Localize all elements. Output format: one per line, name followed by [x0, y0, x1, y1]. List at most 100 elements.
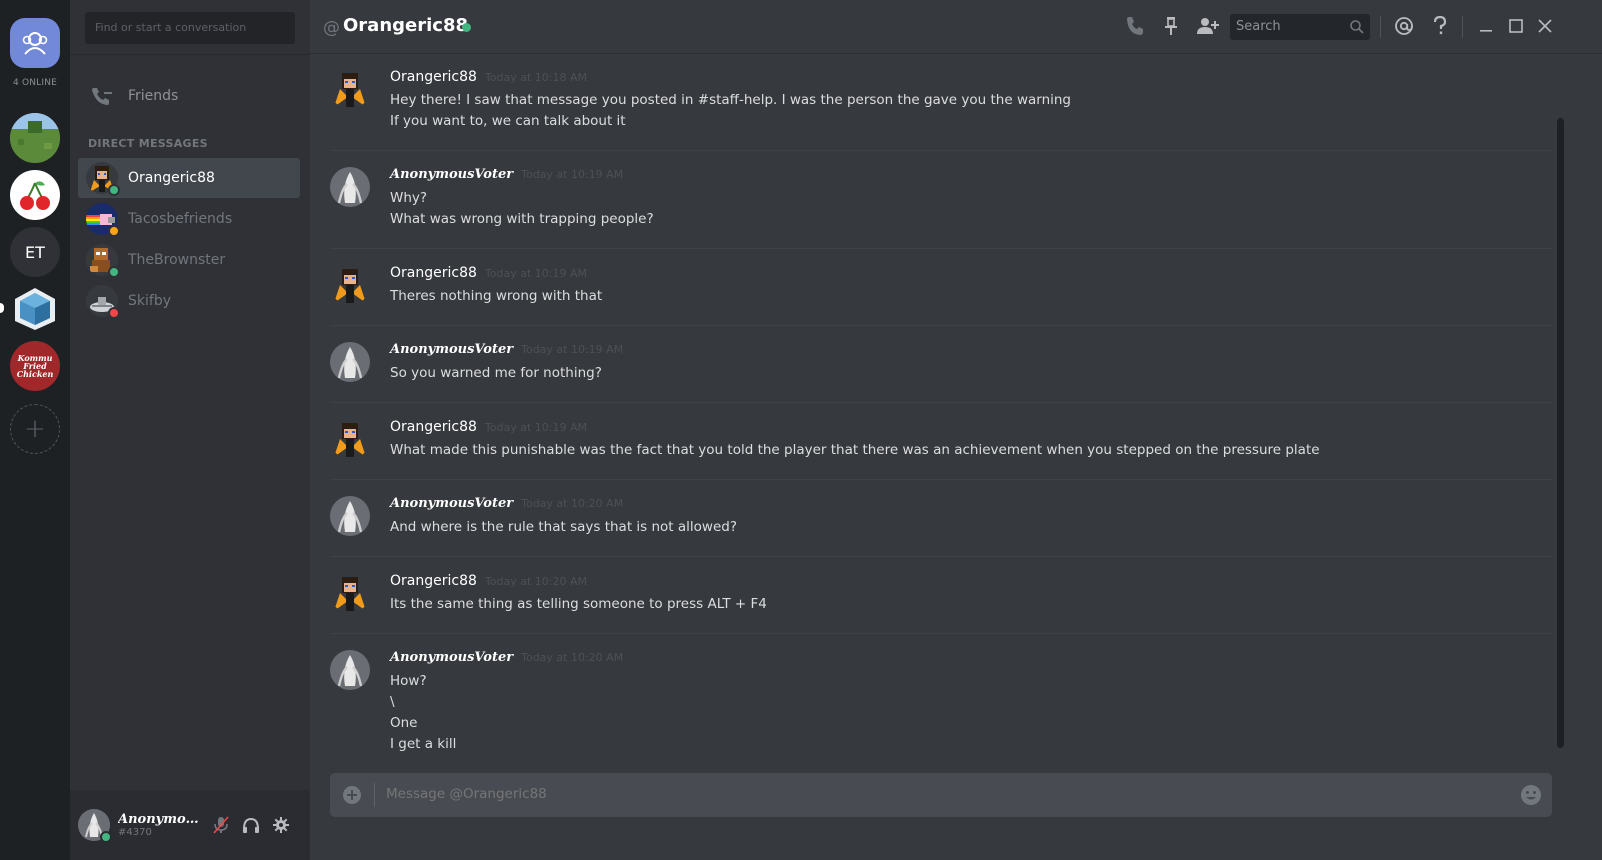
- message-author[interactable]: Orangeric88: [390, 69, 477, 85]
- online-status-icon: [108, 184, 120, 196]
- message-line: I get a kill: [390, 736, 457, 752]
- minimize-button[interactable]: [1474, 14, 1498, 38]
- online-status-icon: [100, 831, 112, 843]
- phone-icon: [1127, 17, 1143, 35]
- server-cherry[interactable]: [10, 170, 60, 220]
- anonymousvoter-avatar-icon: [330, 167, 370, 207]
- avatar[interactable]: [330, 419, 370, 459]
- dm-item-thebrownster[interactable]: TheBrownster: [78, 240, 300, 280]
- message-author[interactable]: AnonymousVoter: [390, 650, 513, 665]
- message-author[interactable]: AnonymousVoter: [390, 342, 513, 357]
- message-line: \: [390, 694, 395, 710]
- message-header: Orangeric88 Today at 10:18 AM: [390, 69, 587, 85]
- message-author[interactable]: Orangeric88: [390, 573, 477, 589]
- avatar: [86, 162, 120, 196]
- grassland-server-icon: [10, 113, 60, 163]
- message-divider: [330, 402, 1552, 403]
- user-avatar[interactable]: [78, 809, 112, 843]
- mentions-button[interactable]: [1392, 14, 1416, 38]
- message-author[interactable]: Orangeric88: [390, 419, 477, 435]
- message-header: AnonymousVoter Today at 10:20 AM: [390, 496, 623, 511]
- server-kommu[interactable]: Kommu Fried Chicken: [10, 341, 60, 391]
- server-et[interactable]: ET: [10, 227, 60, 277]
- dm-item-label: Skifby: [128, 293, 171, 309]
- message-composer: [330, 773, 1552, 817]
- add-user-icon: [1197, 18, 1219, 34]
- cherry-icon: [20, 181, 50, 210]
- add-friend-to-dm-button[interactable]: [1196, 14, 1220, 38]
- username: AnonymousVoter: [118, 812, 206, 827]
- avatar[interactable]: [330, 167, 370, 207]
- user-panel: AnonymousVoter #4370: [70, 790, 310, 860]
- chat-header: @ Orangeric88 Search: [310, 0, 1602, 54]
- message-line: One: [390, 715, 418, 731]
- avatar[interactable]: [330, 69, 370, 109]
- search-input[interactable]: Search: [1230, 14, 1370, 40]
- anonymousvoter-avatar-icon: [330, 342, 370, 382]
- friends-home-icon: [22, 32, 48, 55]
- user-settings-button[interactable]: [266, 810, 296, 840]
- message-content: Theres nothing wrong with that: [390, 286, 602, 307]
- message-header: Orangeric88 Today at 10:19 AM: [390, 265, 587, 281]
- help-button[interactable]: [1428, 14, 1452, 38]
- message-list[interactable]: Orangeric88 Today at 10:18 AM Hey there! I…: [310, 55, 1552, 755]
- idle-status-icon: [108, 225, 120, 237]
- message-line: Hey there! I saw that message you posted…: [390, 92, 1071, 108]
- online-status-icon: [462, 23, 471, 32]
- message-author[interactable]: Orangeric88: [390, 265, 477, 281]
- server-grassland[interactable]: [10, 113, 60, 163]
- dm-sidebar: Find or start a conversation Friends DIR…: [70, 0, 310, 860]
- dm-item-tacosbefriends[interactable]: Tacosbefriends: [78, 199, 300, 239]
- add-server-button[interactable]: +: [10, 404, 60, 454]
- maximize-icon: [1509, 19, 1523, 33]
- avatar[interactable]: [330, 650, 370, 690]
- home-friends-button[interactable]: [10, 18, 60, 68]
- message-timestamp: Today at 10:19 AM: [484, 421, 587, 434]
- selected-server-indicator: [0, 303, 4, 313]
- headphones-icon: [243, 817, 259, 833]
- message-timestamp: Today at 10:18 AM: [484, 71, 587, 84]
- dm-item-skifby[interactable]: Skifby: [78, 281, 300, 321]
- avatar[interactable]: [330, 496, 370, 536]
- message-author[interactable]: AnonymousVoter: [390, 496, 513, 511]
- mention-icon: [1395, 17, 1413, 35]
- deafen-button[interactable]: [236, 810, 266, 840]
- dm-item-label: Orangeric88: [128, 170, 215, 186]
- avatar: [86, 285, 120, 319]
- message-content: And where is the rule that says that is …: [390, 517, 737, 538]
- server-kommu-label: Kommu Fried Chicken: [16, 353, 54, 379]
- divider: [374, 783, 375, 807]
- orangeric88-avatar-icon: [330, 419, 370, 459]
- friends-label: Friends: [128, 88, 179, 104]
- dm-item-orangeric88[interactable]: Orangeric88: [78, 158, 300, 198]
- divider: [1380, 16, 1381, 38]
- dm-search-input[interactable]: Find or start a conversation: [85, 12, 295, 44]
- dm-item-label: TheBrownster: [128, 252, 226, 268]
- avatar[interactable]: [330, 265, 370, 305]
- avatar[interactable]: [330, 342, 370, 382]
- call-button[interactable]: [1122, 14, 1146, 38]
- message-line: What was wrong with trapping people?: [390, 211, 654, 227]
- message-line: Its the same thing as telling someone to…: [390, 596, 767, 612]
- message-author[interactable]: AnonymousVoter: [390, 167, 513, 182]
- pin-icon: [1165, 17, 1177, 35]
- mute-button[interactable]: [206, 810, 236, 840]
- dm-item-label: Tacosbefriends: [128, 211, 233, 227]
- upload-button[interactable]: [342, 785, 362, 805]
- message-input[interactable]: [386, 786, 1486, 802]
- server-cube[interactable]: [10, 284, 60, 334]
- message-content: Why? What was wrong with trapping people?: [390, 188, 654, 230]
- dnd-status-icon: [108, 307, 120, 319]
- emoji-button[interactable]: [1520, 784, 1542, 806]
- friends-button[interactable]: Friends: [78, 76, 300, 116]
- scrollbar[interactable]: [1557, 118, 1564, 748]
- message-header: AnonymousVoter Today at 10:20 AM: [390, 650, 623, 665]
- close-button[interactable]: [1533, 14, 1557, 38]
- maximize-button[interactable]: [1504, 14, 1528, 38]
- message-line: So you warned me for nothing?: [390, 365, 602, 381]
- message-divider: [330, 556, 1552, 557]
- pinned-messages-button[interactable]: [1159, 14, 1183, 38]
- avatar[interactable]: [330, 573, 370, 613]
- server-et-label: ET: [25, 242, 45, 262]
- anonymousvoter-avatar-icon: [330, 650, 370, 690]
